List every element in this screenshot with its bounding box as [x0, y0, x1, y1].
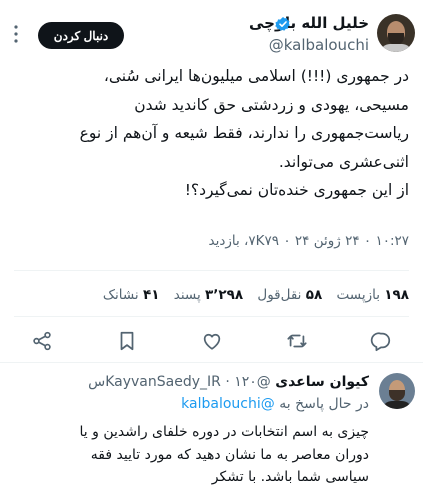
replying-prefix: در حال پاسخ به: [279, 396, 369, 412]
author-handle[interactable]: @kalbalouchi: [269, 36, 369, 54]
follow-button[interactable]: دنبال کردن: [38, 22, 124, 49]
verified-badge-icon: [275, 17, 290, 31]
replying-mention-link[interactable]: @kalbalouchi: [181, 396, 275, 412]
bookmarks-count: ۴۱: [142, 287, 160, 303]
author-display-name[interactable]: خلیل الله بلوچی: [249, 14, 369, 32]
tweet-actions-bar: [0, 326, 423, 354]
share-icon[interactable]: [31, 330, 53, 352]
replying-to: در حال پاسخ به @kalbalouchi: [181, 396, 369, 412]
more-options-icon[interactable]: [14, 24, 18, 44]
reply-icon[interactable]: [370, 330, 392, 352]
quotes-label: نقل‌قول: [257, 287, 302, 303]
retweet-icon[interactable]: [286, 330, 308, 352]
likes-label: پسند: [173, 287, 201, 303]
reply-header: کیوان ساعدی @KayvanSaedy_IR · ۱۲۰س: [88, 374, 369, 390]
main-tweet: خلیل الله بلوچی @kalbalouchi دنبال کردن …: [0, 0, 423, 362]
bookmarks-stat[interactable]: ۴۱ نشانک: [103, 287, 160, 303]
bookmarks-label: نشانک: [102, 287, 139, 303]
divider: [14, 316, 409, 317]
author-avatar[interactable]: [377, 14, 415, 52]
likes-stat[interactable]: ۳٬۲۹۸ پسند: [174, 287, 243, 303]
reply-author-name[interactable]: کیوان ساعدی: [275, 374, 369, 390]
quotes-count: ۵۸: [305, 287, 323, 303]
reply-tweet[interactable]: کیوان ساعدی @KayvanSaedy_IR · ۱۲۰س در حا…: [0, 363, 423, 500]
likes-count: ۳٬۲۹۸: [205, 287, 244, 303]
separator-dot: ·: [225, 374, 230, 390]
bookmark-icon[interactable]: [116, 330, 138, 352]
tweet-timestamp-views[interactable]: ۱۰:۲۷ ۰ ۲۴ ژوئن ۲۴ ۰ ۷K۷۹، بازدید: [209, 233, 409, 249]
divider: [14, 270, 409, 271]
quotes-stat[interactable]: ۵۸ نقل‌قول: [257, 287, 322, 303]
like-icon[interactable]: [201, 330, 223, 352]
retweets-count: ۱۹۸: [384, 287, 409, 303]
retweets-stat[interactable]: ۱۹۸ بازپست: [337, 287, 409, 303]
retweets-label: بازپست: [336, 287, 380, 303]
tweet-text: در جمهوری (!!!) اسلامی میلیون‌ها ایرانی …: [79, 67, 409, 199]
tweet-stats: ۱۹۸ بازپست ۵۸ نقل‌قول ۳٬۲۹۸ پسند ۴۱ نشان…: [103, 287, 409, 303]
reply-text: چیزی به اسم انتخابات در دوره خلفای راشدی…: [79, 424, 370, 485]
reply-author-avatar[interactable]: [379, 373, 415, 409]
